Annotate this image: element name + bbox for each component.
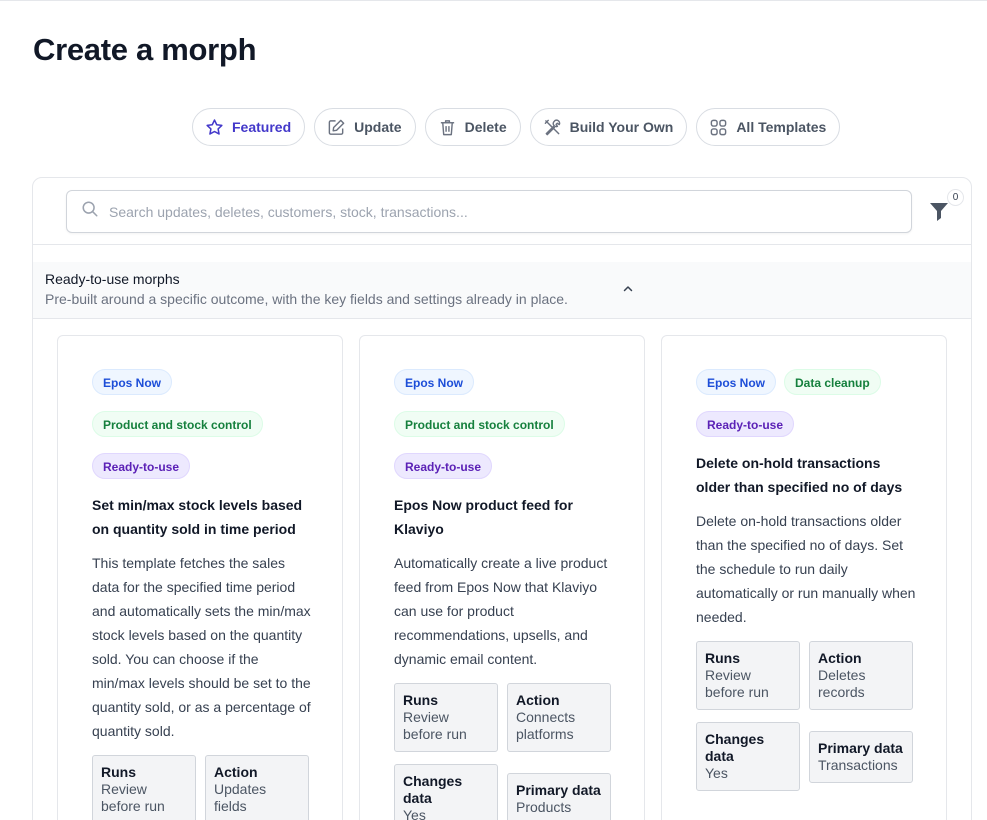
star-icon [205,118,224,137]
filter-icon [929,203,949,226]
tools-icon [543,118,562,137]
tag-badge: Epos Now [696,369,777,395]
meta-value: Yes [705,765,728,781]
meta-grid: Runs Review before run Action Updates fi… [92,755,312,820]
meta-changes-data: Changes data Yes [394,764,498,820]
meta-key: Primary data [516,781,601,798]
section-title: Ready-to-use morphs [45,271,180,287]
meta-runs: Runs Review before run [696,641,800,710]
meta-key: Action [818,650,862,666]
search-box[interactable] [66,190,912,233]
card-title: Set min/max stock levels based on quanti… [92,497,303,537]
tag-badge: Data cleanup [784,369,881,395]
card-description: This template fetches the sales data for… [92,555,311,739]
template-card[interactable]: Epos Now Product and stock control Ready… [57,335,343,820]
meta-key: Primary data [818,739,903,756]
section-subtitle: Pre-built around a specific outcome, wit… [45,291,568,307]
tab-all-templates[interactable]: All Templates [696,108,841,146]
filter-count-badge: 0 [947,189,964,206]
card-title: Epos Now product feed for Klaviyo [394,497,573,537]
tag-badge: Product and stock control [394,411,565,437]
meta-key: Runs [101,764,136,780]
collapse-button[interactable] [621,282,635,296]
meta-value: Review before run [403,709,467,742]
tag-badge: Product and stock control [92,411,263,437]
tab-label: Delete [464,119,507,135]
meta-action: Action Connects platforms [507,683,611,752]
grid-icon [709,118,728,137]
tab-label: All Templates [736,119,827,135]
meta-key: Changes data [403,773,463,806]
status-badge: Ready-to-use [92,453,191,479]
badge-list: Epos Now Product and stock control Ready… [394,369,614,479]
search-icon [81,200,109,223]
meta-grid: Runs Review before run Action Connects p… [394,683,614,820]
meta-primary-data: Primary data Transactions [809,730,913,783]
meta-value: Updates fields [214,781,267,814]
meta-key: Runs [403,692,438,708]
card-description: Automatically create a live product feed… [394,555,608,667]
tab-label: Build Your Own [569,119,674,135]
tag-badge: Epos Now [92,369,173,395]
tab-update[interactable]: Update [314,108,416,146]
tab-build-your-own[interactable]: Build Your Own [529,108,688,146]
tab-label: Featured [232,119,292,135]
tab-label: Update [354,119,402,135]
tab-featured[interactable]: Featured [192,108,306,146]
meta-key: Action [214,764,258,780]
search-input[interactable] [109,203,889,220]
page-title: Create a morph [33,32,257,67]
meta-value: Yes [403,807,426,820]
meta-key: Runs [705,650,740,666]
meta-action: Action Updates fields [205,755,309,820]
chevron-up-icon [621,283,635,300]
meta-value: Review before run [101,781,165,814]
trash-icon [438,118,457,137]
meta-changes-data: Changes data Yes [696,722,800,791]
status-badge: Ready-to-use [696,411,795,437]
filter-button[interactable] [929,200,949,222]
card-description: Delete on-hold transactions older than t… [696,513,916,625]
meta-value: Review before run [705,667,769,700]
meta-runs: Runs Review before run [92,755,196,820]
card-title: Delete on-hold transactions older than s… [696,455,903,495]
template-card[interactable]: Epos Now Product and stock control Ready… [359,335,645,820]
template-card[interactable]: Epos Now Data cleanup Ready-to-use Delet… [661,335,947,820]
top-border [0,0,987,1]
badge-list: Epos Now Data cleanup Ready-to-use [696,369,916,437]
meta-grid: Runs Review before run Action Deletes re… [696,641,916,791]
meta-runs: Runs Review before run [394,683,498,752]
divider [33,244,971,245]
tag-badge: Epos Now [394,369,475,395]
meta-value: Connects platforms [516,709,576,742]
badge-list: Epos Now Product and stock control Ready… [92,369,312,479]
meta-value: Deletes records [818,667,866,700]
tab-delete[interactable]: Delete [424,108,521,146]
status-badge: Ready-to-use [394,453,493,479]
meta-key: Action [516,692,560,708]
templates-panel: 0 Ready-to-use morphs Pre-built around a… [32,177,972,820]
meta-key: Changes data [705,731,765,764]
meta-value: Transactions [818,756,898,773]
meta-primary-data: Primary data Products [507,772,611,820]
meta-value: Products [516,798,572,815]
section-header: Ready-to-use morphs Pre-built around a s… [33,262,971,319]
pencil-icon [327,118,346,137]
meta-action: Action Deletes records [809,641,913,710]
template-tabs: Featured Update Delete Build Your Own Al… [192,108,841,146]
